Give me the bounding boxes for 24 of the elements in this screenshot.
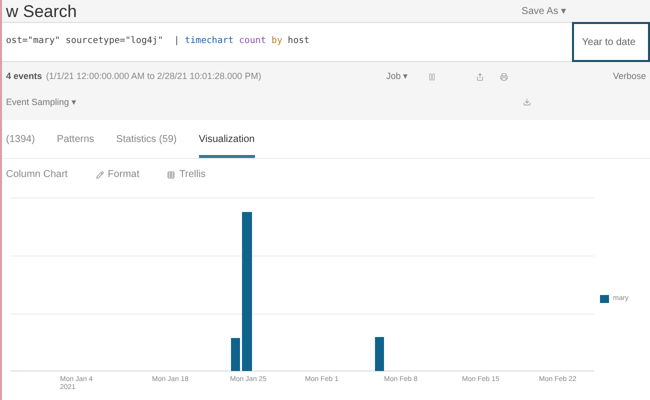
share-icon[interactable] xyxy=(476,72,484,81)
time-range-picker[interactable]: Year to date xyxy=(572,22,650,62)
results-tab[interactable]: Visualization xyxy=(198,132,255,158)
save-as-menu[interactable]: Save As ▾ xyxy=(522,4,566,18)
search-mode-menu[interactable]: Verbose xyxy=(612,70,646,84)
event-count: 4 events xyxy=(6,70,42,83)
pencil-icon xyxy=(96,170,104,178)
download-icon[interactable] xyxy=(523,98,531,106)
results-tab[interactable]: Statistics (59) xyxy=(116,132,177,158)
grid-icon xyxy=(167,170,176,178)
print-icon[interactable] xyxy=(500,72,508,81)
time-range-text: (1/1/21 12:00:00.000 AM to 2/28/21 10:01:28.000 PM) xyxy=(46,70,262,83)
chart-type-menu[interactable]: Column Chart xyxy=(6,167,68,182)
search-field[interactable]: ost="mary" sourcetype="log4j" | timechart count by host xyxy=(2,22,572,62)
chart-bar xyxy=(231,338,240,371)
results-tab[interactable]: (1394) xyxy=(6,132,35,158)
format-button[interactable]: Format xyxy=(96,167,140,182)
event-sampling-menu[interactable]: Event Sampling ▾ xyxy=(6,96,77,109)
chart-bar xyxy=(375,337,384,371)
pause-icon[interactable] xyxy=(428,72,436,81)
page-title: w Search xyxy=(6,2,77,20)
results-tab[interactable]: Patterns xyxy=(56,132,94,158)
job-menu[interactable]: Job ▾ xyxy=(386,70,408,84)
trellis-button[interactable]: Trellis xyxy=(167,167,206,182)
